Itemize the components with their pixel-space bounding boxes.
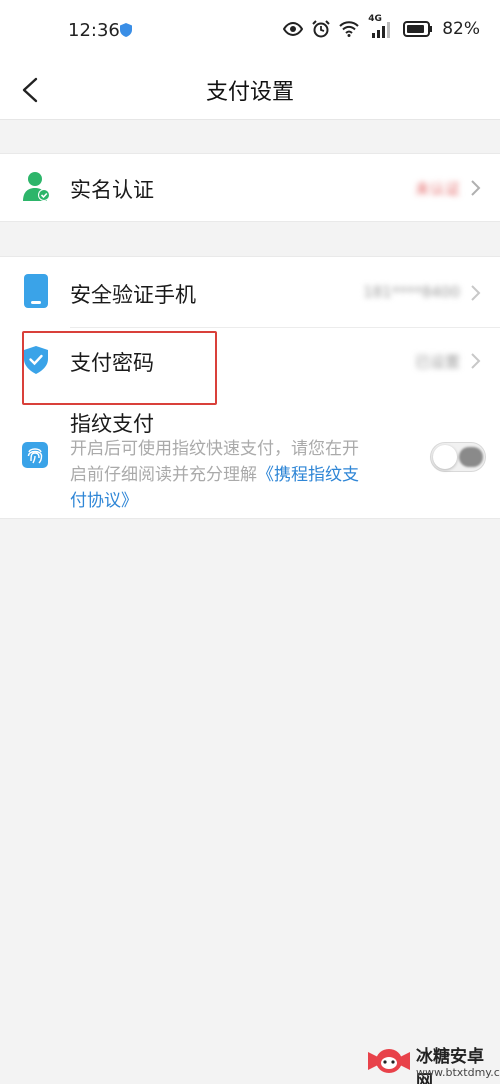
fingerprint-icon [22, 442, 48, 468]
status-bar: 12:36 4G 82% [0, 0, 500, 62]
toggle-track [459, 447, 483, 467]
watermark-url: www.btxtdmy.com [416, 1066, 500, 1079]
shield-check-icon [24, 346, 48, 374]
row-payment-password[interactable]: 支付密码 已设置 [0, 328, 500, 396]
battery-percent: 82% [442, 19, 480, 39]
security-phone-value: 181****8400 [363, 283, 460, 301]
shield-small-icon [120, 23, 132, 37]
page-title: 支付设置 [205, 80, 294, 105]
site-watermark: 冰糖安卓网 www.btxtdmy.com [358, 1038, 500, 1084]
row-security-phone[interactable]: 安全验证手机 181****8400 [0, 257, 500, 327]
payment-password-value: 已设置 [414, 353, 460, 371]
person-verified-icon [23, 172, 50, 201]
identity-group: 实名认证 未认证 [0, 153, 500, 222]
chevron-right-icon [471, 285, 481, 301]
wifi-icon [339, 21, 359, 37]
fingerprint-pay-toggle[interactable] [430, 442, 486, 472]
battery-icon [403, 21, 433, 37]
fingerprint-pay-label: 指纹支付 [70, 412, 154, 436]
description-line: 启前仔细阅读并充分理解《携程指纹支 [70, 462, 410, 488]
status-icons: 4G 82% [283, 14, 480, 39]
fingerprint-pay-description: 开启后可使用指纹快速支付，请您在开 启前仔细阅读并充分理解《携程指纹支 付协议》 [70, 436, 410, 514]
chevron-right-icon [471, 353, 481, 369]
description-text: 启前仔细阅读并充分理解 [70, 465, 257, 485]
fingerprint-agreement-link[interactable]: 付协议》 [70, 488, 410, 514]
phone-icon [24, 274, 48, 308]
alarm-icon [312, 20, 330, 38]
nav-bar: 支付设置 [0, 62, 500, 120]
toggle-knob [433, 445, 457, 469]
row-fingerprint-pay: 指纹支付 开启后可使用指纹快速支付，请您在开 启前仔细阅读并充分理解《携程指纹支… [0, 397, 500, 517]
security-group: 安全验证手机 181****8400 支付密码 已设置 指纹支付 开启后可使用指… [0, 256, 500, 519]
description-line: 开启后可使用指纹快速支付，请您在开 [70, 439, 359, 459]
status-time: 12:36 [68, 20, 120, 41]
real-name-auth-value: 未认证 [414, 180, 460, 198]
real-name-auth-label: 实名认证 [70, 178, 154, 202]
chevron-right-icon [471, 180, 481, 196]
fingerprint-agreement-link[interactable]: 《携程指纹支 [257, 465, 359, 485]
candy-logo-icon [368, 1049, 410, 1073]
eye-icon [283, 22, 304, 36]
payment-password-label: 支付密码 [70, 351, 154, 375]
row-real-name-auth[interactable]: 实名认证 未认证 [0, 154, 500, 221]
signal-icon: 4G [368, 14, 394, 38]
security-phone-label: 安全验证手机 [70, 283, 196, 307]
